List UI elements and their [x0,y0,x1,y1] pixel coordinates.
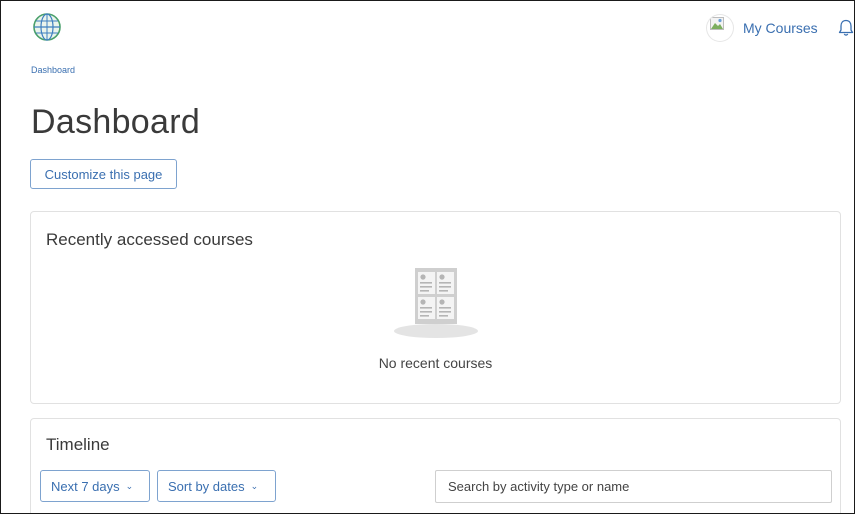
days-filter-label: Next 7 days [51,478,120,494]
broken-image-icon [710,17,724,30]
breadcrumb-item-dashboard[interactable]: Dashboard [31,65,75,75]
bell-icon[interactable] [838,19,854,37]
timeline-card: Timeline Next 7 days ⌄ Sort by dates ⌄ [30,418,841,513]
chevron-down-icon: ⌄ [250,480,259,491]
sort-dropdown[interactable]: Sort by dates ⌄ [157,470,276,502]
user-menu[interactable]: My Courses [707,15,854,41]
customize-page-button[interactable]: Customize this page [30,159,177,189]
chevron-down-icon: ⌄ [125,480,134,491]
breadcrumb: Dashboard [31,65,75,75]
avatar[interactable] [707,15,733,41]
dashboard-window: My Courses Dashboard Dashboard Customize… [0,0,855,514]
sort-label: Sort by dates [168,478,245,494]
days-filter-dropdown[interactable]: Next 7 days ⌄ [40,470,150,502]
my-courses-link[interactable]: My Courses [743,15,818,41]
timeline-title: Timeline [46,435,110,454]
timeline-search-input[interactable] [435,470,832,503]
no-recent-courses-message: No recent courses [378,355,493,371]
recent-courses-card: Recently accessed courses No recent cour… [30,211,841,404]
globe-logo-icon[interactable] [32,12,62,42]
page-title: Dashboard [31,103,201,141]
courses-placeholder-icon [394,268,478,338]
recent-courses-title: Recently accessed courses [46,230,253,249]
